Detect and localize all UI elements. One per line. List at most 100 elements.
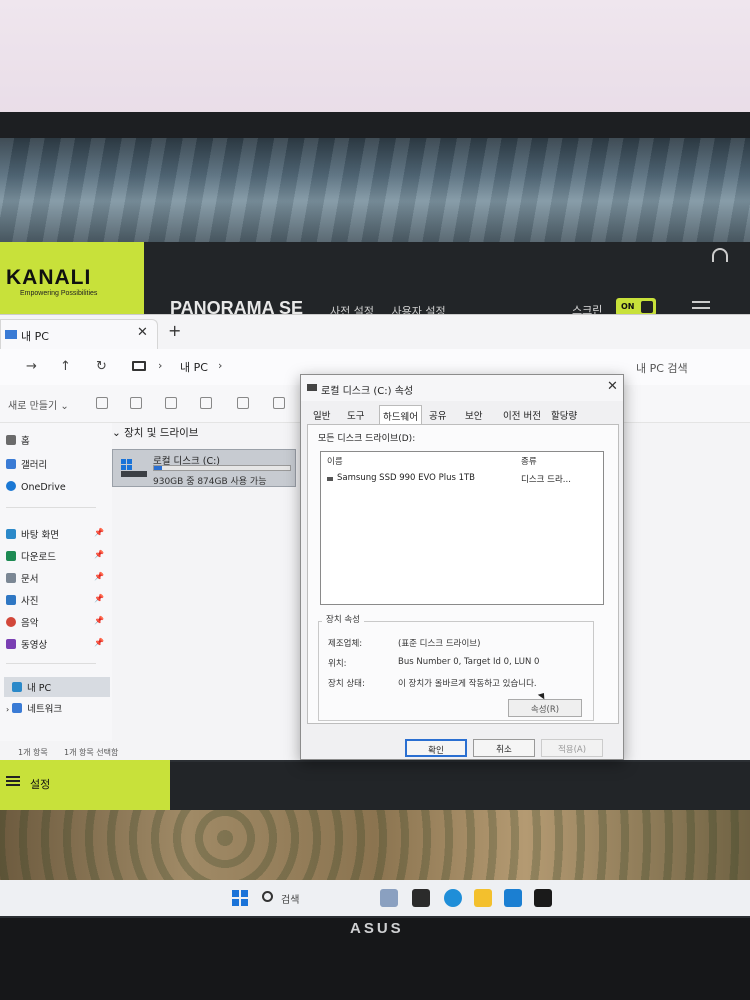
new-button[interactable]: 새로 만들기 ⌄ — [8, 397, 69, 412]
tab-general[interactable]: 일반 — [313, 408, 330, 422]
app-icon[interactable] — [534, 889, 552, 907]
chevron-right-icon[interactable]: › — [218, 359, 222, 372]
download-icon — [6, 551, 16, 561]
kanali-settings-item[interactable]: 설정 — [0, 772, 170, 794]
dialog-titlebar: 로컬 디스크 (C:) 속성 ✕ — [301, 375, 623, 401]
location-value: Bus Number 0, Target Id 0, LUN 0 — [398, 657, 540, 667]
share-icon[interactable] — [237, 397, 249, 409]
column-name[interactable]: 이름 — [327, 455, 343, 467]
taskbar-search-label[interactable]: 검색 — [281, 891, 299, 906]
nav-item-this-pc[interactable]: 내 PC — [4, 677, 110, 697]
pin-icon[interactable]: 📌 — [94, 528, 104, 537]
new-tab-button[interactable]: + — [168, 321, 181, 340]
status-bar: 1개 항목 1개 항목 선택함 — [0, 745, 300, 761]
group-heading[interactable]: ⌄ 장치 및 드라이브 — [112, 425, 198, 440]
delete-icon[interactable] — [273, 397, 285, 409]
windows-start-icon[interactable] — [232, 890, 248, 906]
nav-label: 문서 — [21, 574, 39, 585]
headset-icon[interactable] — [712, 248, 728, 262]
edge-icon[interactable] — [444, 889, 462, 907]
drive-usage-bar — [153, 465, 291, 471]
nav-item-downloads[interactable]: 다운로드 📌 — [6, 549, 104, 567]
content-pane: ⌄ 장치 및 드라이브 로컬 디스크 (C:) 930GB 중 874GB 사용… — [112, 423, 300, 741]
disk-drives-list[interactable]: 이름 종류 Samsung SSD 990 EVO Plus 1TB 디스크 드… — [320, 451, 604, 605]
app-icon[interactable] — [380, 889, 398, 907]
nav-item-network[interactable]: › 네트워크 — [6, 701, 62, 719]
group-heading-label: 장치 및 드라이브 — [124, 427, 199, 439]
nav-item-documents[interactable]: 문서 📌 — [6, 571, 104, 589]
nav-item-gallery[interactable]: 갤러리 — [6, 457, 47, 475]
network-icon — [12, 703, 23, 713]
properties-button[interactable]: 속성(R) — [508, 699, 582, 717]
pin-icon[interactable]: 📌 — [94, 572, 104, 581]
nav-item-music[interactable]: 음악 📌 — [6, 615, 104, 633]
pin-icon[interactable]: 📌 — [94, 594, 104, 603]
ok-button[interactable]: 확인 — [405, 739, 467, 757]
nav-label: 바탕 화면 — [21, 530, 59, 541]
nav-label: 다운로드 — [21, 552, 56, 563]
device-type: 디스크 드라... — [521, 475, 571, 485]
pin-icon[interactable]: 📌 — [94, 550, 104, 559]
manufacturer-label: 제조업체: — [328, 639, 363, 649]
task-view-icon[interactable] — [412, 889, 430, 907]
folder-icon[interactable] — [474, 889, 492, 907]
settings-slider-icon[interactable] — [692, 301, 710, 309]
paste-icon[interactable] — [165, 397, 177, 409]
hamburger-icon — [6, 776, 20, 786]
tab-this-pc[interactable]: 내 PC ✕ — [0, 319, 158, 349]
tab-previous-versions[interactable]: 이전 버전 — [503, 408, 541, 422]
pictures-icon — [6, 595, 16, 605]
apply-button[interactable]: 적용(A) — [541, 739, 603, 757]
nav-item-onedrive[interactable]: OneDrive — [6, 481, 66, 499]
rename-icon[interactable] — [200, 397, 212, 409]
close-icon[interactable]: ✕ — [607, 379, 618, 394]
nav-item-videos[interactable]: 동영상 📌 — [6, 637, 104, 655]
search-input[interactable]: 내 PC 검색 — [620, 355, 750, 379]
drive-tile-c[interactable]: 로컬 디스크 (C:) 930GB 중 874GB 사용 가능 — [112, 449, 296, 487]
column-type[interactable]: 종류 — [521, 455, 537, 467]
divider — [6, 663, 96, 664]
selected-count: 1개 항목 선택함 — [64, 748, 119, 757]
search-icon[interactable] — [262, 891, 273, 902]
nav-item-pictures[interactable]: 사진 📌 — [6, 593, 104, 611]
cut-icon[interactable] — [96, 397, 108, 409]
drive-icon — [307, 384, 317, 391]
music-icon — [6, 617, 16, 627]
pc-icon — [12, 682, 22, 692]
device-status-value: 이 장치가 올바르게 작동하고 있습니다. — [398, 679, 537, 689]
pin-icon[interactable]: 📌 — [94, 638, 104, 647]
device-properties-legend: 장치 속성 — [322, 613, 364, 625]
tab-sharing[interactable]: 공유 — [429, 408, 446, 422]
tab-tools[interactable]: 도구 — [347, 408, 364, 422]
nav-label: 내 PC — [27, 683, 52, 694]
tab-hardware[interactable]: 하드웨어 — [379, 405, 422, 426]
drive-icon — [119, 456, 149, 478]
pin-icon[interactable]: 📌 — [94, 616, 104, 625]
close-tab-icon[interactable]: ✕ — [137, 325, 148, 340]
up-arrow-icon[interactable]: ↑ — [60, 359, 71, 374]
item-count: 1개 항목 — [18, 748, 48, 757]
address-bar[interactable]: 내 PC — [180, 359, 208, 375]
drive-usage-fill — [154, 466, 163, 470]
nav-label: 갤러리 — [21, 460, 48, 471]
tab-security[interactable]: 보안 — [465, 408, 482, 422]
divider — [6, 507, 96, 508]
chevron-down-icon: ⌄ — [112, 427, 125, 439]
refresh-icon[interactable]: ↻ — [96, 359, 107, 374]
nav-item-home[interactable]: 홈 — [6, 433, 30, 451]
cancel-button[interactable]: 취소 — [473, 739, 535, 757]
tab-quota[interactable]: 할당량 — [551, 408, 577, 422]
home-icon — [6, 435, 16, 445]
nav-item-desktop[interactable]: 바탕 화면 📌 — [6, 527, 104, 545]
all-drives-label: 모든 디스크 드라이브(D): — [318, 434, 416, 444]
list-item[interactable]: Samsung SSD 990 EVO Plus 1TB 디스크 드라... — [325, 472, 595, 486]
chevron-right-icon[interactable]: › — [6, 705, 9, 714]
pc-icon — [5, 330, 17, 339]
forward-arrow-icon[interactable]: → — [26, 359, 37, 374]
copy-icon[interactable] — [130, 397, 142, 409]
chevron-right-icon[interactable]: › — [158, 359, 162, 372]
hardware-panel: 모든 디스크 드라이브(D): 이름 종류 Samsung SSD 990 EV… — [307, 424, 619, 724]
store-icon[interactable] — [504, 889, 522, 907]
wall-background — [0, 0, 750, 118]
navigation-pane: 홈 갤러리 OneDrive 바탕 화면 📌 다운로드 📌 문서 📌 사진 📌 음악 📌 … — [0, 423, 112, 741]
